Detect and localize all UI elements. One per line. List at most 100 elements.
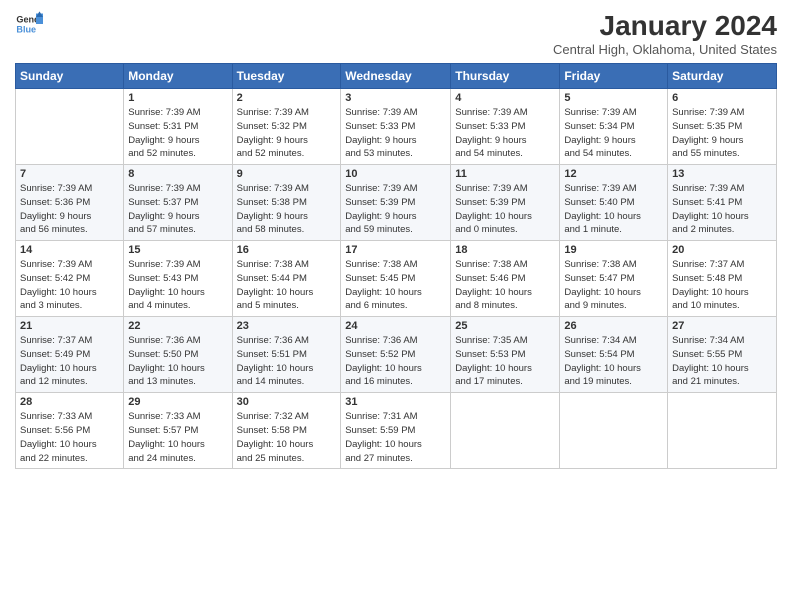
day-info: Sunrise: 7:39 AMSunset: 5:43 PMDaylight:… xyxy=(128,258,227,313)
calendar-header: Sunday Monday Tuesday Wednesday Thursday… xyxy=(16,64,777,89)
day-number: 31 xyxy=(345,396,446,408)
col-thursday: Thursday xyxy=(451,64,560,89)
header-row: Sunday Monday Tuesday Wednesday Thursday… xyxy=(16,64,777,89)
day-number: 8 xyxy=(128,168,227,180)
day-cell: 21Sunrise: 7:37 AMSunset: 5:49 PMDayligh… xyxy=(16,317,124,393)
day-cell: 13 Sunrise: 7:39 AMSunset: 5:41 PMDayligh… xyxy=(668,165,777,241)
day-info: Sunrise: 7:39 AMSunset: 5:38 PMDaylight:… xyxy=(237,182,337,237)
logo: General Blue xyxy=(15,10,43,38)
day-cell xyxy=(668,393,777,469)
title-block: January 2024 Central High, Oklahoma, Uni… xyxy=(553,10,777,57)
day-info: Sunrise: 7:39 AMSunset: 5:34 PMDaylight:… xyxy=(564,106,663,161)
day-info: Sunrise: 7:34 AMSunset: 5:55 PMDaylight:… xyxy=(672,334,772,389)
day-cell: 17 Sunrise: 7:38 AMSunset: 5:45 PMDayligh… xyxy=(341,241,451,317)
day-number: 9 xyxy=(237,168,337,180)
day-cell: 24 Sunrise: 7:36 AMSunset: 5:52 PMDayligh… xyxy=(341,317,451,393)
day-number: 26 xyxy=(564,320,663,332)
col-tuesday: Tuesday xyxy=(232,64,341,89)
day-cell: 11 Sunrise: 7:39 AMSunset: 5:39 PMDayligh… xyxy=(451,165,560,241)
day-cell: 30Sunrise: 7:32 AMSunset: 5:58 PMDayligh… xyxy=(232,393,341,469)
day-cell: 6 Sunrise: 7:39 AMSunset: 5:35 PMDaylight… xyxy=(668,89,777,165)
day-info: Sunrise: 7:34 AMSunset: 5:54 PMDaylight:… xyxy=(564,334,663,389)
day-cell xyxy=(560,393,668,469)
day-info: Sunrise: 7:39 AMSunset: 5:42 PMDaylight:… xyxy=(20,258,119,313)
day-cell: 2 Sunrise: 7:39 AMSunset: 5:32 PMDaylight… xyxy=(232,89,341,165)
page: General Blue January 2024 Central High, … xyxy=(0,0,792,612)
subtitle: Central High, Oklahoma, United States xyxy=(553,42,777,57)
day-number: 7 xyxy=(20,168,119,180)
day-number: 30 xyxy=(237,396,337,408)
calendar-body: 1Sunrise: 7:39 AMSunset: 5:31 PMDaylight… xyxy=(16,89,777,469)
day-cell: 27Sunrise: 7:34 AMSunset: 5:55 PMDayligh… xyxy=(668,317,777,393)
day-number: 6 xyxy=(672,92,772,104)
day-cell: 10Sunrise: 7:39 AMSunset: 5:39 PMDayligh… xyxy=(341,165,451,241)
day-cell: 25 Sunrise: 7:35 AMSunset: 5:53 PMDayligh… xyxy=(451,317,560,393)
day-number: 18 xyxy=(455,244,555,256)
day-info: Sunrise: 7:39 AMSunset: 5:35 PMDaylight:… xyxy=(672,106,772,161)
day-cell xyxy=(16,89,124,165)
day-info: Sunrise: 7:39 AMSunset: 5:32 PMDaylight:… xyxy=(237,106,337,161)
day-cell: 3 Sunrise: 7:39 AMSunset: 5:33 PMDaylight… xyxy=(341,89,451,165)
day-info: Sunrise: 7:31 AMSunset: 5:59 PMDaylight:… xyxy=(345,410,446,465)
day-number: 15 xyxy=(128,244,227,256)
day-cell: 18 Sunrise: 7:38 AMSunset: 5:46 PMDayligh… xyxy=(451,241,560,317)
day-info: Sunrise: 7:38 AMSunset: 5:45 PMDaylight:… xyxy=(345,258,446,313)
day-number: 5 xyxy=(564,92,663,104)
header: General Blue January 2024 Central High, … xyxy=(15,10,777,57)
day-number: 29 xyxy=(128,396,227,408)
week-row-3: 14 Sunrise: 7:39 AMSunset: 5:42 PMDayligh… xyxy=(16,241,777,317)
day-cell: 20Sunrise: 7:37 AMSunset: 5:48 PMDayligh… xyxy=(668,241,777,317)
day-number: 11 xyxy=(455,168,555,180)
day-number: 19 xyxy=(564,244,663,256)
day-cell: 28Sunrise: 7:33 AMSunset: 5:56 PMDayligh… xyxy=(16,393,124,469)
day-number: 13 xyxy=(672,168,772,180)
col-monday: Monday xyxy=(124,64,232,89)
day-info: Sunrise: 7:39 AMSunset: 5:33 PMDaylight:… xyxy=(455,106,555,161)
day-number: 3 xyxy=(345,92,446,104)
day-number: 23 xyxy=(237,320,337,332)
day-cell: 12 Sunrise: 7:39 AMSunset: 5:40 PMDayligh… xyxy=(560,165,668,241)
calendar-table: Sunday Monday Tuesday Wednesday Thursday… xyxy=(15,63,777,469)
day-cell: 7 Sunrise: 7:39 AMSunset: 5:36 PMDaylight… xyxy=(16,165,124,241)
day-number: 14 xyxy=(20,244,119,256)
day-number: 25 xyxy=(455,320,555,332)
day-cell: 1Sunrise: 7:39 AMSunset: 5:31 PMDaylight… xyxy=(124,89,232,165)
day-info: Sunrise: 7:39 AMSunset: 5:31 PMDaylight:… xyxy=(128,106,227,161)
day-cell xyxy=(451,393,560,469)
day-info: Sunrise: 7:39 AMSunset: 5:39 PMDaylight:… xyxy=(455,182,555,237)
col-sunday: Sunday xyxy=(16,64,124,89)
day-info: Sunrise: 7:38 AMSunset: 5:46 PMDaylight:… xyxy=(455,258,555,313)
day-number: 16 xyxy=(237,244,337,256)
day-info: Sunrise: 7:33 AMSunset: 5:56 PMDaylight:… xyxy=(20,410,119,465)
day-info: Sunrise: 7:38 AMSunset: 5:47 PMDaylight:… xyxy=(564,258,663,313)
logo-icon: General Blue xyxy=(15,10,43,38)
day-info: Sunrise: 7:36 AMSunset: 5:51 PMDaylight:… xyxy=(237,334,337,389)
day-info: Sunrise: 7:39 AMSunset: 5:41 PMDaylight:… xyxy=(672,182,772,237)
day-number: 24 xyxy=(345,320,446,332)
day-cell: 8 Sunrise: 7:39 AMSunset: 5:37 PMDaylight… xyxy=(124,165,232,241)
day-info: Sunrise: 7:39 AMSunset: 5:33 PMDaylight:… xyxy=(345,106,446,161)
day-info: Sunrise: 7:39 AMSunset: 5:36 PMDaylight:… xyxy=(20,182,119,237)
day-cell: 16 Sunrise: 7:38 AMSunset: 5:44 PMDayligh… xyxy=(232,241,341,317)
day-cell: 5 Sunrise: 7:39 AMSunset: 5:34 PMDaylight… xyxy=(560,89,668,165)
day-number: 17 xyxy=(345,244,446,256)
day-number: 12 xyxy=(564,168,663,180)
day-info: Sunrise: 7:36 AMSunset: 5:52 PMDaylight:… xyxy=(345,334,446,389)
day-info: Sunrise: 7:39 AMSunset: 5:37 PMDaylight:… xyxy=(128,182,227,237)
col-saturday: Saturday xyxy=(668,64,777,89)
col-wednesday: Wednesday xyxy=(341,64,451,89)
day-info: Sunrise: 7:39 AMSunset: 5:40 PMDaylight:… xyxy=(564,182,663,237)
day-cell: 23 Sunrise: 7:36 AMSunset: 5:51 PMDayligh… xyxy=(232,317,341,393)
day-cell: 4Sunrise: 7:39 AMSunset: 5:33 PMDaylight… xyxy=(451,89,560,165)
day-cell: 14 Sunrise: 7:39 AMSunset: 5:42 PMDayligh… xyxy=(16,241,124,317)
day-cell: 15 Sunrise: 7:39 AMSunset: 5:43 PMDayligh… xyxy=(124,241,232,317)
day-number: 2 xyxy=(237,92,337,104)
day-cell: 29Sunrise: 7:33 AMSunset: 5:57 PMDayligh… xyxy=(124,393,232,469)
day-number: 21 xyxy=(20,320,119,332)
day-info: Sunrise: 7:38 AMSunset: 5:44 PMDaylight:… xyxy=(237,258,337,313)
day-cell: 9 Sunrise: 7:39 AMSunset: 5:38 PMDaylight… xyxy=(232,165,341,241)
day-info: Sunrise: 7:36 AMSunset: 5:50 PMDaylight:… xyxy=(128,334,227,389)
day-info: Sunrise: 7:35 AMSunset: 5:53 PMDaylight:… xyxy=(455,334,555,389)
week-row-5: 28Sunrise: 7:33 AMSunset: 5:56 PMDayligh… xyxy=(16,393,777,469)
week-row-2: 7 Sunrise: 7:39 AMSunset: 5:36 PMDaylight… xyxy=(16,165,777,241)
